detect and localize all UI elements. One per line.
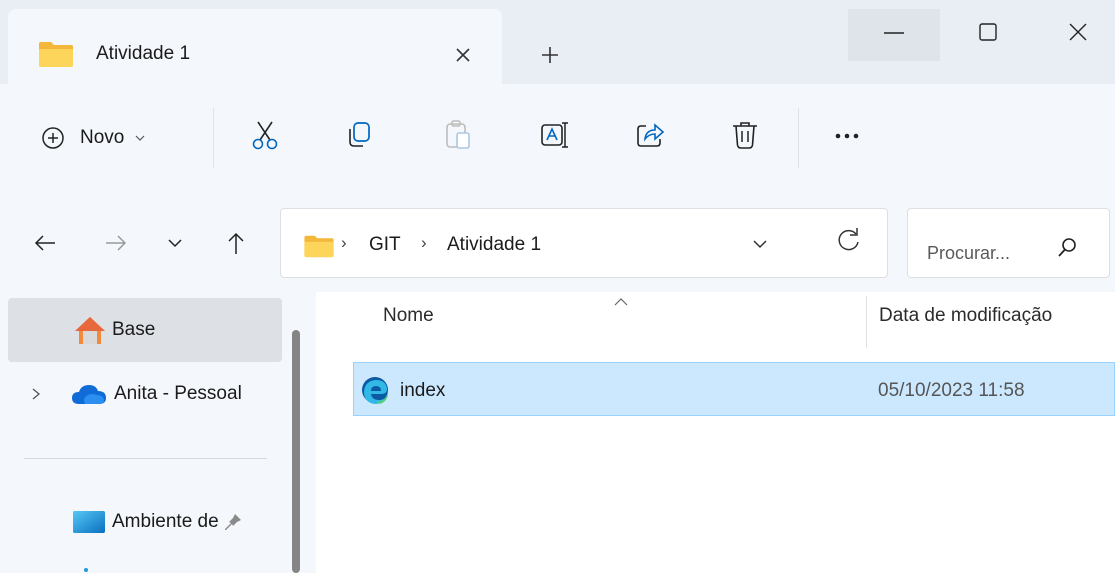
delete-icon[interactable] <box>728 118 762 152</box>
sort-ascending-icon <box>614 298 628 306</box>
share-icon[interactable] <box>633 118 667 152</box>
chevron-down-icon <box>135 135 145 141</box>
nav-divider <box>24 458 267 459</box>
nav-item-desktop[interactable]: Ambiente de <box>8 490 282 554</box>
column-header-date-modified[interactable]: Data de modificação <box>879 305 1052 349</box>
new-tab-icon[interactable] <box>535 40 565 70</box>
folder-icon <box>304 235 334 258</box>
plus-circle-icon <box>42 127 64 149</box>
nav-label-desktop: Ambiente de <box>112 511 219 532</box>
home-icon <box>75 317 105 344</box>
new-button[interactable]: Novo <box>40 120 146 156</box>
new-button-label: Novo <box>80 127 125 148</box>
desktop-folder-icon <box>73 511 105 533</box>
close-tab-icon[interactable] <box>448 40 478 70</box>
maximize-icon[interactable] <box>968 16 1008 50</box>
cut-icon[interactable] <box>248 118 282 152</box>
file-row[interactable]: index 05/10/2023 11:58 <box>353 362 1115 416</box>
pin-icon <box>224 514 241 530</box>
back-icon[interactable] <box>30 228 60 258</box>
breadcrumb-separator-icon: › <box>421 233 427 252</box>
nav-item-base[interactable]: Base <box>8 298 282 362</box>
more-icon[interactable] <box>830 118 864 152</box>
file-name: index <box>400 380 446 401</box>
breadcrumb-git[interactable]: GIT <box>369 234 401 256</box>
column-header-name[interactable]: Nome <box>383 305 434 349</box>
search-icon[interactable] <box>1054 235 1080 261</box>
nav-label-base: Base <box>112 319 156 340</box>
file-date-modified: 05/10/2023 11:58 <box>878 380 1025 401</box>
forward-icon[interactable] <box>101 228 131 258</box>
address-bar[interactable]: › GIT › Atividade 1 <box>280 208 888 278</box>
nav-scrollbar-thumb[interactable] <box>292 330 300 573</box>
tab-title: Atividade 1 <box>96 43 191 64</box>
rename-icon[interactable] <box>538 118 572 152</box>
copy-icon[interactable] <box>343 118 377 152</box>
edge-html-file-icon <box>362 377 388 404</box>
partial-nav-icon <box>84 568 88 572</box>
expand-chevron-icon[interactable] <box>28 386 44 402</box>
breadcrumb-atividade-1[interactable]: Atividade 1 <box>447 234 541 256</box>
paste-icon[interactable] <box>441 118 475 152</box>
minimize-icon[interactable] <box>874 16 914 50</box>
nav-item-onedrive[interactable]: Anita - Pessoal <box>8 362 282 426</box>
up-icon[interactable] <box>221 228 251 258</box>
search-placeholder: Procurar... <box>927 243 1011 263</box>
nav-label-onedrive: Anita - Pessoal <box>114 383 242 404</box>
toolbar-divider <box>213 108 214 168</box>
breadcrumb-separator-icon: › <box>341 233 347 252</box>
address-history-chevron-icon[interactable] <box>747 231 773 257</box>
tab-atividade-1[interactable]: Atividade 1 <box>8 9 502 84</box>
toolbar-divider <box>798 108 799 168</box>
recent-locations-chevron-icon[interactable] <box>160 228 190 258</box>
close-window-icon[interactable] <box>1058 16 1098 50</box>
column-divider[interactable] <box>866 296 867 348</box>
onedrive-cloud-icon <box>72 385 106 404</box>
search-input[interactable]: Procurar... <box>907 208 1110 278</box>
refresh-icon[interactable] <box>833 225 863 255</box>
folder-icon <box>39 42 73 67</box>
